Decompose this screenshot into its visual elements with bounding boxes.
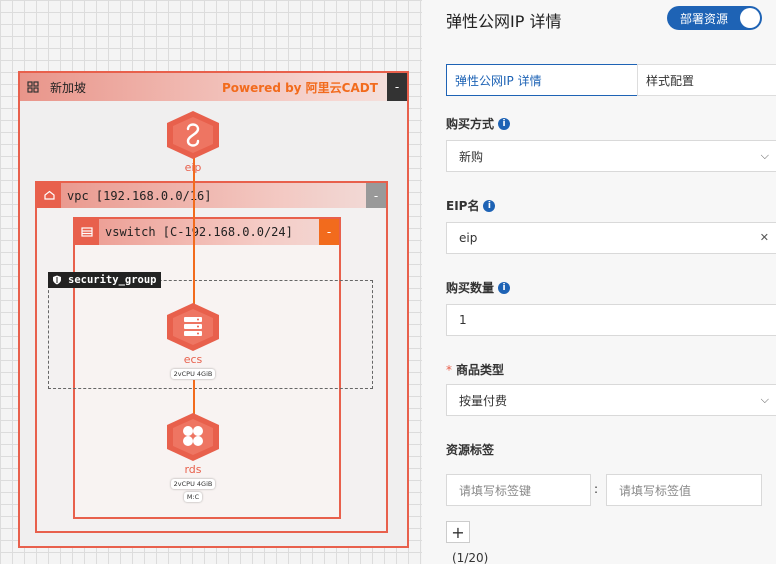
ecs-spec-badge: 2vCPU 4GiB xyxy=(170,369,216,379)
product-type-label: * 商品类型 xyxy=(446,361,504,378)
rds-spec-badge: 2vCPU 4GiB xyxy=(170,479,216,489)
deploy-resource-toggle[interactable]: 部署资源 xyxy=(667,6,762,30)
product-type-value: 按量付费 xyxy=(459,393,508,408)
eip-name-value: eip xyxy=(459,231,478,245)
eip-name-label: EIP名 i xyxy=(446,197,496,214)
chevron-down-icon: ⌵ xyxy=(760,149,769,162)
shield-icon xyxy=(53,275,61,285)
chevron-down-icon: ⌵ xyxy=(760,393,769,406)
tag-value-placeholder: 请填写标签值 xyxy=(619,483,692,498)
quantity-field[interactable]: 1 xyxy=(446,304,776,336)
eip-ecs-link[interactable] xyxy=(193,158,195,318)
purchase-method-value: 新购 xyxy=(459,149,484,164)
powered-by-label: Powered by 阿里云CADT xyxy=(222,81,378,95)
vswitch-title: vswitch [C-192.168.0.0/24] xyxy=(105,225,293,239)
info-icon[interactable]: i xyxy=(498,281,511,294)
tag-key-placeholder: 请填写标签键 xyxy=(459,483,532,498)
resource-tags-text: 资源标签 xyxy=(446,443,495,457)
deploy-toggle-label: 部署资源 xyxy=(680,11,729,26)
grid-icon xyxy=(20,73,46,101)
eip-name-text: EIP名 xyxy=(446,199,480,213)
server-icon xyxy=(167,303,219,351)
vpc-title: vpc [192.168.0.0/16] xyxy=(67,188,212,203)
security-group-label: security_group xyxy=(48,272,161,288)
detail-panel: 弹性公网IP 详情 部署资源 弹性公网IP 详情 样式配置 购买方式 i 新购 … xyxy=(422,0,776,564)
cloud-icon xyxy=(37,183,61,208)
ecs-label: ecs xyxy=(183,353,203,366)
purchase-method-select[interactable]: 新购 ⌵ xyxy=(446,140,776,172)
tag-value-input[interactable]: 请填写标签值 xyxy=(606,474,762,506)
add-tag-button[interactable]: + xyxy=(446,521,470,543)
rds-label: rds xyxy=(184,463,202,476)
ecs-node[interactable]: ecs 2vCPU 4GiB xyxy=(163,301,223,379)
ecs-rds-link[interactable] xyxy=(193,380,195,414)
quantity-label: 购买数量 i xyxy=(446,279,511,296)
tag-key-input[interactable]: 请填写标签键 xyxy=(446,474,591,506)
region-header: 新加坡 Powered by 阿里云CADT - xyxy=(20,73,407,101)
rds-node[interactable]: rds 2vCPU 4GiB M:C xyxy=(163,411,223,502)
clear-icon[interactable]: ✕ xyxy=(760,231,769,244)
vpc-collapse-button[interactable]: - xyxy=(366,183,386,208)
region-title: 新加坡 xyxy=(50,80,87,95)
region-collapse-button[interactable]: - xyxy=(387,73,407,101)
quantity-value: 1 xyxy=(459,313,467,327)
switch-icon xyxy=(75,219,99,245)
info-icon[interactable]: i xyxy=(498,117,511,130)
rds-mode-badge: M:C xyxy=(183,492,203,502)
security-group-title: security_group xyxy=(68,274,157,286)
vpc-header: vpc [192.168.0.0/16] - xyxy=(37,183,386,208)
tab-eip-detail-label: 弹性公网IP 详情 xyxy=(455,73,542,88)
purchase-method-label: 购买方式 i xyxy=(446,115,511,132)
eip-node[interactable]: eip xyxy=(163,109,223,174)
product-type-text: 商品类型 xyxy=(456,363,505,377)
panel-title: 弹性公网IP 详情 xyxy=(446,12,562,31)
quantity-text: 购买数量 xyxy=(446,281,495,295)
vswitch-header: vswitch [C-192.168.0.0/24] - xyxy=(75,219,339,245)
database-icon xyxy=(167,413,219,461)
purchase-method-text: 购买方式 xyxy=(446,117,495,131)
info-icon[interactable]: i xyxy=(483,199,496,212)
tab-style-config-label: 样式配置 xyxy=(646,73,695,88)
topology-canvas[interactable]: 新加坡 Powered by 阿里云CADT - vpc [192.168.0.… xyxy=(0,0,422,564)
toggle-knob xyxy=(740,8,760,28)
eip-icon xyxy=(167,111,219,159)
tag-count: (1/20) xyxy=(452,551,489,564)
product-type-select[interactable]: 按量付费 ⌵ xyxy=(446,384,776,416)
tab-eip-detail[interactable]: 弹性公网IP 详情 xyxy=(446,64,638,96)
eip-label: eip xyxy=(184,161,202,174)
vswitch-collapse-button[interactable]: - xyxy=(319,219,339,245)
required-mark: * xyxy=(446,362,452,377)
resource-tags-label: 资源标签 xyxy=(446,441,494,458)
tab-style-config[interactable]: 样式配置 xyxy=(637,64,776,96)
eip-name-field[interactable]: eip ✕ xyxy=(446,222,776,254)
tag-separator: : xyxy=(594,482,599,496)
